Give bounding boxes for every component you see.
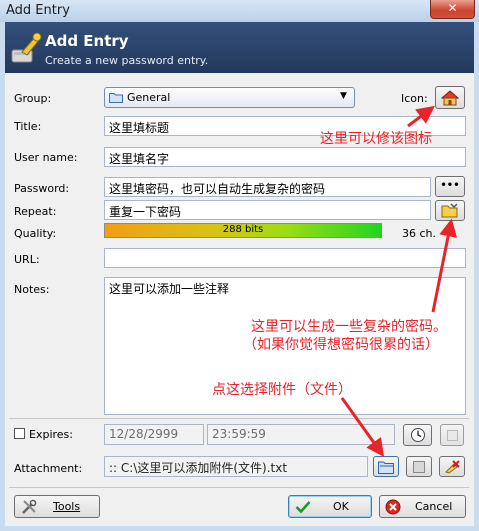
annotation-generate-note-1: 这里可以生成一些复杂的密码。 [251,319,447,335]
arrow-to-attach-button [340,397,385,457]
annotation-icon-note: 这里可以修该图标 [320,131,432,147]
annotation-attach-note: 点这选择附件（文件） [212,382,352,398]
arrow-to-generator-button [431,218,458,313]
annotation-generate-note-2: （如果你觉得想密码很累的话） [243,337,439,353]
arrow-to-icon-button [407,105,435,128]
annotation-arrows [340,105,458,457]
